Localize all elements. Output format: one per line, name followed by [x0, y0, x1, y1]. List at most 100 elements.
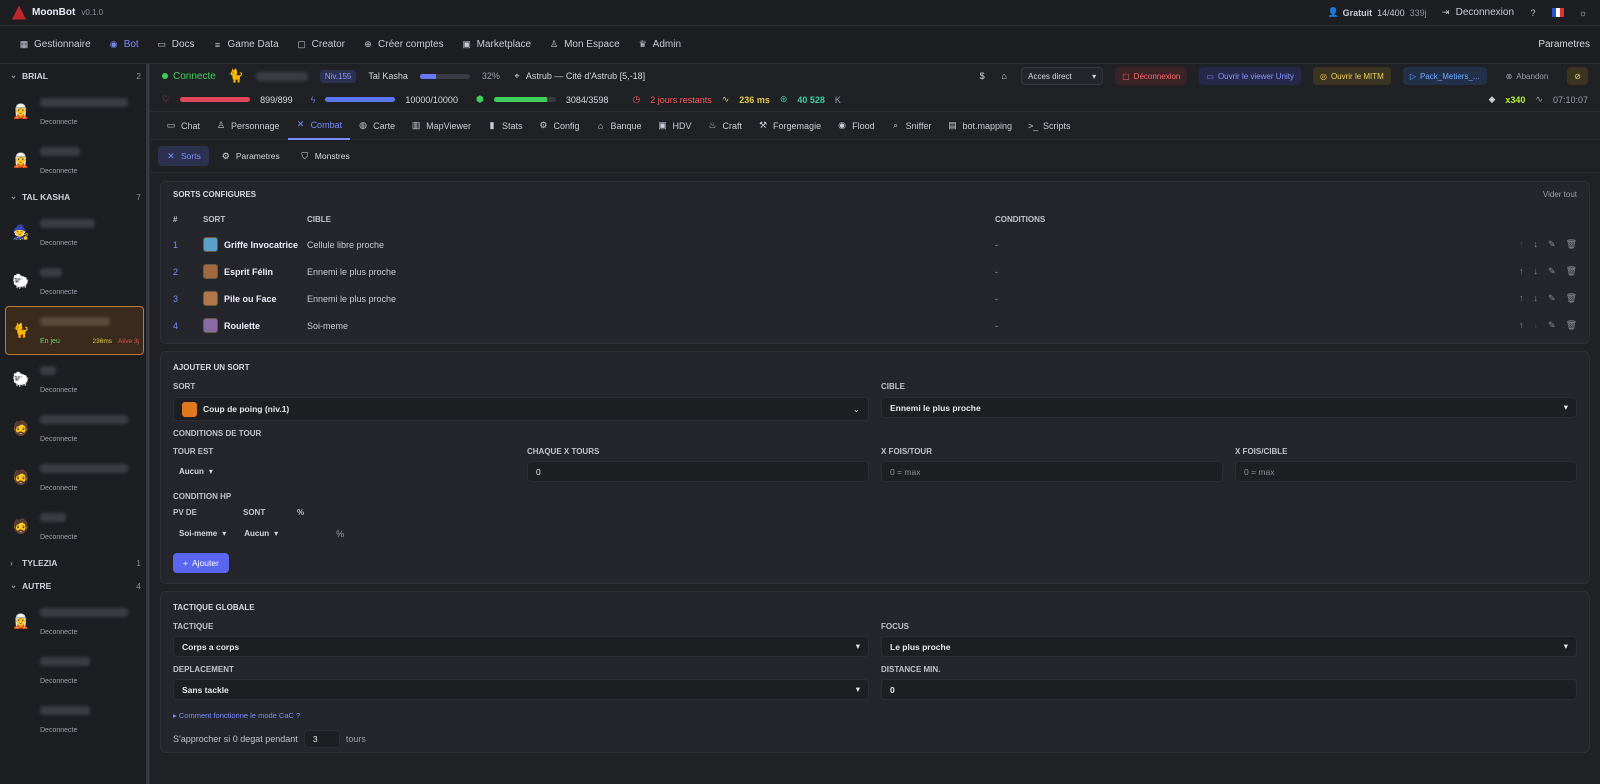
x-per-turn-input[interactable]: 0 = max: [881, 461, 1223, 482]
trash-icon[interactable]: 🗑: [1566, 266, 1577, 277]
every-x-turns-input[interactable]: 0: [527, 461, 869, 482]
kamas-icon: ⊛: [779, 94, 788, 104]
cac-help-link[interactable]: ▸ Comment fonctionne le mode CaC ?: [173, 711, 300, 720]
tab-forgemagie[interactable]: ⚒ Forgemagie: [750, 112, 829, 140]
account-item[interactable]: Deconnecte: [0, 646, 149, 695]
tab-banque[interactable]: ⌂ Banque: [587, 112, 649, 140]
edit-icon[interactable]: ✎: [1548, 239, 1556, 250]
arrow-up-icon[interactable]: ↑: [1519, 266, 1524, 277]
target-select[interactable]: Ennemi le plus proche ▾: [881, 397, 1577, 418]
account-item[interactable]: 🧝 Deconnecte: [0, 136, 149, 185]
french-flag-icon[interactable]: [1552, 8, 1564, 17]
coin-icon[interactable]: $: [977, 71, 987, 81]
nav-creator[interactable]: ▢ Creator: [288, 33, 354, 57]
approach-turns-input[interactable]: 3: [303, 730, 340, 748]
disconnect-button[interactable]: ▢ Déconnexion: [1115, 67, 1188, 85]
clear-all-button[interactable]: Vider tout: [1543, 190, 1577, 199]
tab-sniffer[interactable]: ⌕ Sniffer: [883, 112, 940, 140]
table-row[interactable]: 1 Griffe Invocatrice Cellule libre proche -…: [161, 231, 1589, 258]
settings-link[interactable]: Parametres: [1538, 39, 1590, 50]
account-item[interactable]: 🐑 Deconnecte: [0, 257, 149, 306]
arrow-down-icon[interactable]: ↓: [1534, 293, 1539, 304]
theme-toggle-icon[interactable]: ☼: [1578, 8, 1588, 18]
movement-select[interactable]: Sans tackle ▾: [173, 679, 869, 700]
tab-mapviewer[interactable]: ▥ MapViewer: [403, 112, 479, 140]
account-item-active[interactable]: 🐈 En jeu 236ms Alive 3j: [5, 306, 144, 355]
table-row[interactable]: 2 Esprit Félin Ennemi le plus proche - ↑ ↓ ✎ 🗑: [161, 258, 1589, 285]
account-item[interactable]: 🧙 Deconnecte: [0, 208, 149, 257]
tab-chat[interactable]: ▭ Chat: [158, 112, 208, 140]
subtab-sorts[interactable]: ✕ Sorts: [158, 146, 209, 166]
character-name-hidden: [255, 71, 308, 81]
tab-scripts[interactable]: >_ Scripts: [1020, 112, 1079, 140]
account-item[interactable]: 🧔 Deconnecte: [0, 404, 149, 453]
arrow-up-icon[interactable]: ↑: [1519, 320, 1524, 331]
table-row[interactable]: 4 Roulette Soi-meme - ↑ ↓ ✎ 🗑: [161, 312, 1589, 339]
open-mitm-button[interactable]: ◎ Ouvrir le MITM: [1312, 67, 1391, 85]
swords-icon: ✕: [167, 150, 175, 161]
trash-icon[interactable]: 🗑: [1566, 320, 1577, 331]
trash-icon[interactable]: 🗑: [1566, 293, 1577, 304]
arrow-down-icon[interactable]: ↓: [1534, 239, 1539, 250]
tactic-select[interactable]: Corps a corps ▾: [173, 636, 869, 657]
arrow-up-icon[interactable]: ↑: [1519, 293, 1524, 304]
tab-combat[interactable]: ✕ Combat: [287, 112, 351, 140]
hp-condition-select[interactable]: Aucun ▾: [238, 523, 284, 544]
tab-personnage[interactable]: ♙ Personnage: [208, 112, 288, 140]
home-icon[interactable]: ⌂: [999, 71, 1009, 81]
tab-stats[interactable]: ▮ Stats: [479, 112, 531, 140]
group-brial[interactable]: ⌄ BRIAL 2: [0, 64, 149, 87]
table-row[interactable]: 3 Pile ou Face Ennemi le plus proche - ↑ ↓ ✎ 🗑: [161, 285, 1589, 312]
group-tylezia[interactable]: › TYLEZIA 1: [0, 551, 149, 574]
person-icon: ♙: [550, 39, 559, 49]
logout-button[interactable]: ⇥ Deconnexion: [1441, 7, 1514, 18]
subtab-parametres[interactable]: ⚙ Parametres: [213, 146, 288, 166]
tab-carte[interactable]: ◍ Carte: [350, 112, 403, 140]
abandon-button[interactable]: ⊗ Abandon: [1499, 67, 1556, 85]
nav-bot[interactable]: ◉ Bot: [100, 33, 148, 57]
tab-bot-mapping[interactable]: ▤ bot.mapping: [939, 112, 1020, 140]
subtab-monstres[interactable]: ⛉ Monstres: [292, 146, 358, 166]
account-item[interactable]: 🐑 Deconnecte: [0, 355, 149, 404]
trash-icon[interactable]: 🗑: [1566, 239, 1577, 250]
tab-flood[interactable]: ◉ Flood: [829, 112, 883, 140]
nav-gestionnaire[interactable]: ▦ Gestionnaire: [10, 33, 100, 57]
spell-select[interactable]: Coup de poing (niv.1) ⌄: [173, 397, 869, 421]
tab-craft[interactable]: ♨ Craft: [700, 112, 751, 140]
tab-config[interactable]: ⚙ Config: [530, 112, 587, 140]
x-per-target-input[interactable]: 0 = max: [1235, 461, 1577, 482]
arrow-down-icon[interactable]: ↓: [1534, 320, 1539, 331]
nav-mon-espace[interactable]: ♙ Mon Espace: [540, 33, 629, 57]
nav-marketplace[interactable]: ▣ Marketplace: [453, 33, 540, 57]
access-select[interactable]: Acces direct ▾: [1021, 67, 1104, 85]
focus-select[interactable]: Le plus proche ▾: [881, 636, 1577, 657]
nav-admin[interactable]: ♛ Admin: [629, 33, 690, 57]
help-icon[interactable]: ?: [1528, 8, 1538, 18]
arrow-down-icon[interactable]: ↓: [1534, 266, 1539, 277]
hp-of-select[interactable]: Soi-meme ▾: [173, 523, 232, 544]
account-item[interactable]: Deconnecte: [0, 695, 149, 744]
arrow-up-icon[interactable]: ↑: [1519, 239, 1524, 250]
group-autre[interactable]: ⌄ AUTRE 4: [0, 574, 149, 597]
nav-create-accounts[interactable]: ⊕ Créer comptes: [354, 33, 453, 57]
account-item[interactable]: 🧝 Deconnecte: [0, 87, 149, 136]
edit-icon[interactable]: ✎: [1548, 266, 1556, 277]
account-item[interactable]: 🧔 Deconnecte: [0, 453, 149, 502]
nav-game-data[interactable]: ≡ Game Data: [204, 33, 288, 57]
nav-docs[interactable]: ▭ Docs: [148, 33, 204, 57]
account-item[interactable]: 🧝 Deconnecte: [0, 597, 149, 646]
account-item[interactable]: 🧔 Deconnecte: [0, 502, 149, 551]
pack-button[interactable]: ▷ Pack_Metiers_...: [1402, 67, 1487, 85]
turn-is-select[interactable]: Aucun ▾: [173, 461, 219, 482]
hide-button[interactable]: ⊘: [1567, 67, 1588, 85]
min-distance-input[interactable]: 0: [881, 679, 1577, 700]
edit-icon[interactable]: ✎: [1548, 320, 1556, 331]
add-spell-button[interactable]: + Ajouter: [173, 553, 229, 573]
open-unity-viewer-button[interactable]: ▭ Ouvrir le viewer Unity: [1199, 67, 1301, 85]
edit-icon[interactable]: ✎: [1548, 293, 1556, 304]
hp-percent-input[interactable]: [290, 523, 330, 544]
bot-tabs: ▭ Chat ♙ Personnage ✕ Combat ◍ Carte ▥ MapVie…: [150, 112, 1600, 140]
col-header: #: [173, 214, 178, 224]
group-tal-kasha[interactable]: ⌄ TAL KASHA 7: [0, 185, 149, 208]
tab-hdv[interactable]: ▣ HDV: [650, 112, 700, 140]
